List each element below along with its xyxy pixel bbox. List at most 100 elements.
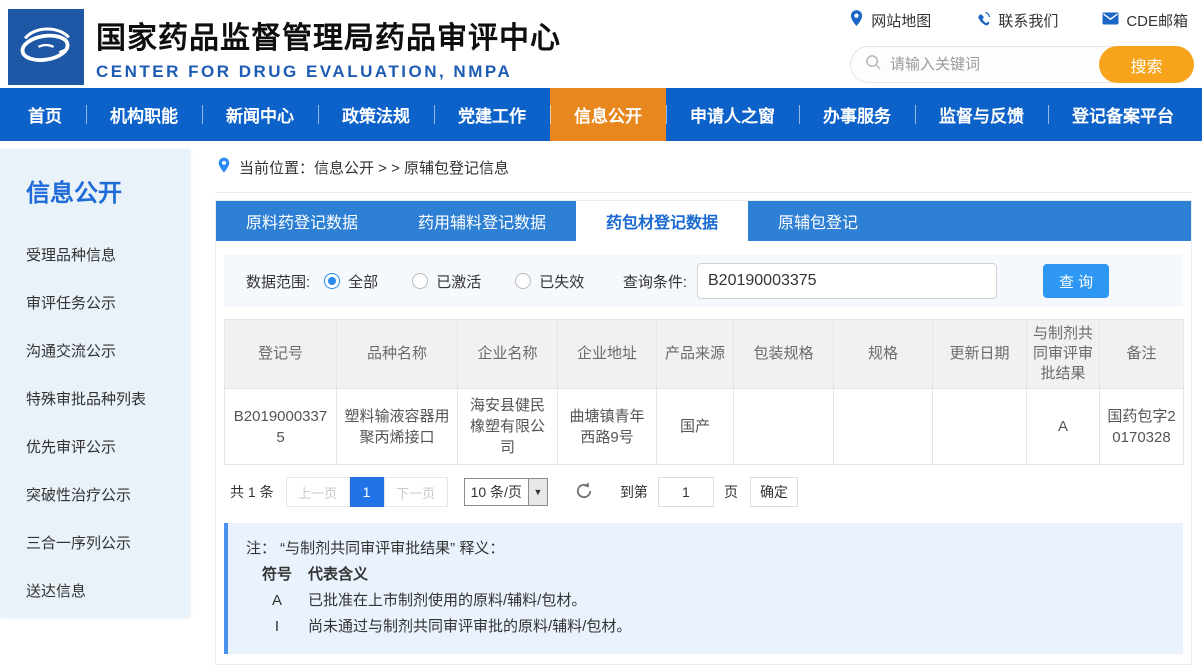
nav-item-news[interactable]: 新闻中心: [202, 88, 318, 141]
radio-option-activated[interactable]: 已激活: [412, 271, 481, 292]
nav-item-functions[interactable]: 机构职能: [86, 88, 202, 141]
tab-bar: 原料药登记数据 药用辅料登记数据 药包材登记数据 原辅包登记: [216, 201, 1191, 241]
note-header-row: 符号 代表含义: [246, 562, 1173, 588]
sidebar-item-communication[interactable]: 沟通交流公示: [26, 326, 190, 374]
col-joint-review-result: 与制剂共同审评审批结果: [1027, 320, 1100, 389]
page-size-value: 10 条/页: [465, 479, 528, 505]
sidebar-item-breakthrough-therapy[interactable]: 突破性治疗公示: [26, 470, 190, 518]
col-packaging-spec: 包装规格: [734, 320, 834, 389]
sitemap-link[interactable]: 网站地图: [849, 10, 931, 31]
note-symbol-header: 符号: [246, 562, 308, 588]
tab-excipient-data[interactable]: 药用辅料登记数据: [388, 201, 576, 241]
nav-item-info-disclosure[interactable]: 信息公开: [550, 88, 666, 141]
next-page-button[interactable]: 下一页: [384, 477, 448, 507]
sidebar: 信息公开 受理品种信息 审评任务公示 沟通交流公示 特殊审批品种列表 优先审评公…: [0, 149, 190, 618]
col-company-name: 企业名称: [458, 320, 558, 389]
contact-link[interactable]: 联系我们: [975, 10, 1058, 31]
mailbox-link[interactable]: CDE邮箱: [1102, 10, 1188, 31]
pagination: 共 1 条 上一页 1 下一页 10 条/页 ▼ 到第 页 确定: [230, 477, 1183, 507]
phone-icon: [975, 11, 991, 31]
cde-logo[interactable]: [8, 9, 84, 85]
radio-activated[interactable]: [412, 273, 428, 289]
cell-spec: [834, 389, 933, 465]
breadcrumb: 当前位置：信息公开 > > 原辅包登记信息: [215, 149, 1192, 193]
breadcrumb-text: 当前位置：信息公开 > > 原辅包登记信息: [239, 157, 509, 178]
radio-option-expired[interactable]: 已失效: [515, 271, 584, 292]
sidebar-item-priority-review[interactable]: 优先审评公示: [26, 422, 190, 470]
cell-company-address: 曲塘镇青年西路9号: [558, 389, 657, 465]
radio-all[interactable]: [324, 273, 340, 289]
radio-option-all[interactable]: 全部: [324, 271, 378, 292]
tab-api-data[interactable]: 原料药登记数据: [216, 201, 388, 241]
note-symbol-a: A: [246, 588, 308, 614]
contact-label: 联系我们: [998, 10, 1058, 31]
mailbox-label: CDE邮箱: [1126, 10, 1188, 31]
table-row: B20190003375 塑料输液容器用聚丙烯接口 海安县健民橡塑有限公司 曲塘…: [225, 389, 1184, 465]
cde-logo-icon: [10, 9, 82, 86]
sidebar-item-three-in-one[interactable]: 三合一序列公示: [26, 518, 190, 566]
radio-expired[interactable]: [515, 273, 531, 289]
col-product-source: 产品来源: [657, 320, 734, 389]
location-pin-icon: [849, 10, 864, 31]
page-size-select[interactable]: 10 条/页 ▼: [464, 478, 548, 506]
results-table: 登记号 品种名称 企业名称 企业地址 产品来源 包装规格 规格 更新日期 与制剂…: [224, 319, 1184, 465]
refresh-button[interactable]: [574, 481, 594, 504]
note-box: 注： “与制剂共同审评审批结果” 释义： 符号 代表含义 A 已批准在上市制剂使…: [224, 523, 1183, 654]
query-button[interactable]: 查 询: [1043, 264, 1109, 298]
search-icon: [865, 54, 882, 76]
nav-item-home[interactable]: 首页: [4, 88, 86, 141]
prev-page-button[interactable]: 上一页: [286, 477, 350, 507]
breadcrumb-pin-icon: [217, 157, 231, 178]
col-update-date: 更新日期: [933, 320, 1027, 389]
tab-raw-aux-pack[interactable]: 原辅包登记: [748, 201, 888, 241]
goto-page-input[interactable]: [658, 477, 714, 507]
content-panel: 原料药登记数据 药用辅料登记数据 药包材登记数据 原辅包登记 数据范围: 全部 …: [215, 200, 1192, 665]
cell-registration-no: B20190003375: [225, 389, 337, 465]
note-row-a: A 已批准在上市制剂使用的原料/辅料/包材。: [246, 588, 1173, 614]
cell-product-name: 塑料输液容器用聚丙烯接口: [337, 389, 458, 465]
radio-all-label: 全部: [348, 271, 378, 292]
sidebar-item-review-tasks[interactable]: 审评任务公示: [26, 278, 190, 326]
site-subtitle: CENTER FOR DRUG EVALUATION, NMPA: [96, 62, 561, 82]
table-header-row: 登记号 品种名称 企业名称 企业地址 产品来源 包装规格 规格 更新日期 与制剂…: [225, 320, 1184, 389]
note-meaning-a: 已批准在上市制剂使用的原料/辅料/包材。: [308, 588, 1173, 614]
total-count: 共 1 条: [230, 482, 274, 502]
header-search-button[interactable]: 搜索: [1099, 46, 1194, 83]
scope-radio-group: 全部 已激活 已失效: [324, 271, 584, 292]
note-meaning-header: 代表含义: [308, 562, 1173, 588]
nav-item-services[interactable]: 办事服务: [799, 88, 915, 141]
cell-remarks: 国药包字20170328: [1100, 389, 1184, 465]
radio-activated-label: 已激活: [436, 271, 481, 292]
header-search: 搜索: [850, 46, 1194, 83]
filter-row: 数据范围: 全部 已激活 已失效 查询条件: 查 询: [224, 255, 1183, 307]
nav-item-party[interactable]: 党建工作: [434, 88, 550, 141]
site-title: 国家药品监督管理局药品审评中心: [96, 13, 561, 57]
radio-expired-label: 已失效: [539, 271, 584, 292]
sidebar-item-special-approval[interactable]: 特殊审批品种列表: [26, 374, 190, 422]
cell-update-date: [933, 389, 1027, 465]
chevron-down-icon: ▼: [528, 479, 547, 505]
sidebar-item-delivery-info[interactable]: 送达信息: [26, 566, 190, 614]
sidebar-list: 受理品种信息 审评任务公示 沟通交流公示 特殊审批品种列表 优先审评公示 突破性…: [26, 230, 190, 614]
main-nav: 首页 机构职能 新闻中心 政策法规 党建工作 信息公开 申请人之窗 办事服务 监…: [0, 88, 1202, 141]
query-label: 查询条件:: [623, 271, 687, 292]
page-number-button[interactable]: 1: [350, 477, 384, 507]
query-input[interactable]: [697, 263, 997, 299]
col-product-name: 品种名称: [337, 320, 458, 389]
site-header: 国家药品监督管理局药品审评中心 CENTER FOR DRUG EVALUATI…: [0, 0, 1202, 88]
cell-joint-review-result: A: [1027, 389, 1100, 465]
col-registration-no: 登记号: [225, 320, 337, 389]
goto-page-suffix: 页: [724, 482, 738, 502]
nav-item-registration-platform[interactable]: 登记备案平台: [1048, 88, 1198, 141]
main-content: 当前位置：信息公开 > > 原辅包登记信息 原料药登记数据 药用辅料登记数据 药…: [215, 149, 1192, 665]
cell-company-name: 海安县健民橡塑有限公司: [458, 389, 558, 465]
nav-item-policies[interactable]: 政策法规: [318, 88, 434, 141]
scope-label: 数据范围:: [246, 271, 310, 292]
nav-item-supervision[interactable]: 监督与反馈: [915, 88, 1048, 141]
confirm-button[interactable]: 确定: [750, 477, 798, 507]
sidebar-item-accepted-products[interactable]: 受理品种信息: [26, 230, 190, 278]
tab-packaging-data[interactable]: 药包材登记数据: [576, 201, 748, 241]
nav-item-applicant[interactable]: 申请人之窗: [666, 88, 799, 141]
cell-packaging-spec: [734, 389, 834, 465]
col-company-address: 企业地址: [558, 320, 657, 389]
